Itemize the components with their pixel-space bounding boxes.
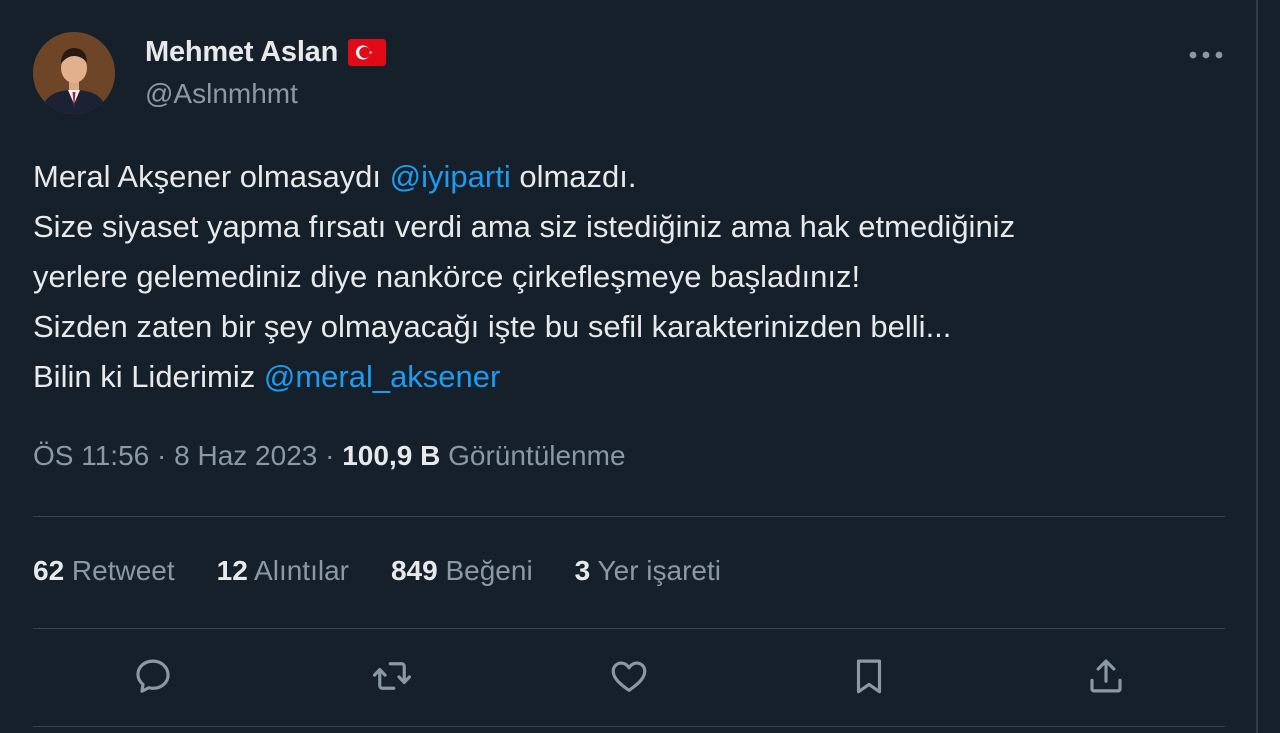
bookmarks-count: 3 <box>574 555 591 586</box>
heart-icon <box>611 661 647 692</box>
tweet-meta: ÖS 11:56 · 8 Haz 2023 · 100,9 B Görüntül… <box>33 440 626 472</box>
tweet-line-3: yerlere gelemediniz diye nankörce çirkef… <box>33 259 861 294</box>
quotes-stat[interactable]: 12 Alıntılar <box>217 555 349 587</box>
tweet-line-2: Size siyaset yapma fırsatı verdi ama siz… <box>33 209 1016 244</box>
views-label: Görüntülenme <box>440 440 626 471</box>
tweet-line-4: Sizden zaten bir şey olmayacağı işte bu … <box>33 309 952 344</box>
likes-count: 849 <box>390 555 438 586</box>
likes-stat[interactable]: 849 Beğeni <box>391 555 533 587</box>
divider <box>33 726 1225 727</box>
tweet-stats: 62 Retweet 12 Alıntılar 849 Beğeni 3 Yer… <box>33 555 721 587</box>
retweets-stat[interactable]: 62 Retweet <box>33 555 175 587</box>
meta-separator: · <box>317 440 343 471</box>
tweet-time[interactable]: ÖS 11:56 <box>33 440 149 471</box>
views-count: 100,9 B <box>342 440 441 471</box>
tweet-actions-bar <box>0 654 1280 704</box>
more-button[interactable] <box>1183 38 1229 72</box>
mention-link-iyiparti[interactable]: @iyiparti <box>390 159 511 194</box>
like-button[interactable] <box>607 654 651 698</box>
turkey-flag-icon <box>348 39 387 66</box>
meta-separator: · <box>149 440 175 471</box>
tweet-detail-page: Mehmet Aslan @Aslnmhmt Meral Akşener olm… <box>0 0 1280 733</box>
share-icon <box>1090 659 1122 693</box>
bookmark-icon <box>856 659 882 694</box>
avatar-portrait-icon <box>33 32 115 114</box>
bookmarks-stat[interactable]: 3 Yer işareti <box>575 555 721 587</box>
author-name-row: Mehmet Aslan <box>145 36 387 69</box>
share-button[interactable] <box>1084 654 1128 698</box>
bookmark-button[interactable] <box>847 654 891 698</box>
reply-button[interactable] <box>131 654 175 698</box>
quotes-label: Alıntılar <box>247 555 349 586</box>
author-avatar[interactable] <box>33 32 115 114</box>
divider <box>33 516 1225 517</box>
mention-link-meral-aksener[interactable]: @meral_aksener <box>264 359 501 394</box>
more-dots-icon <box>1189 51 1223 59</box>
retweet-button[interactable] <box>370 654 414 698</box>
bookmarks-label: Yer işareti <box>590 555 721 586</box>
tweet-text: Meral Akşener olmasaydı @iyiparti olmazd… <box>33 152 1233 402</box>
retweets-count: 62 <box>33 555 65 586</box>
retweet-icon <box>372 662 412 690</box>
divider <box>33 628 1225 629</box>
author-display-name[interactable]: Mehmet Aslan <box>145 36 338 69</box>
author-handle[interactable]: @Aslnmhmt <box>145 78 298 110</box>
tweet-line-1: Meral Akşener olmasaydı @iyiparti olmazd… <box>33 159 637 194</box>
quotes-count: 12 <box>216 555 248 586</box>
reply-bubble-icon <box>136 659 170 693</box>
panel-border <box>1256 0 1258 733</box>
tweet-header: Mehmet Aslan @Aslnmhmt <box>33 32 1233 116</box>
retweets-label: Retweet <box>64 555 175 586</box>
likes-label: Beğeni <box>437 555 533 586</box>
tweet-date[interactable]: 8 Haz 2023 <box>174 440 317 471</box>
tweet-line-5: Bilin ki Liderimiz @meral_aksener <box>33 359 501 394</box>
